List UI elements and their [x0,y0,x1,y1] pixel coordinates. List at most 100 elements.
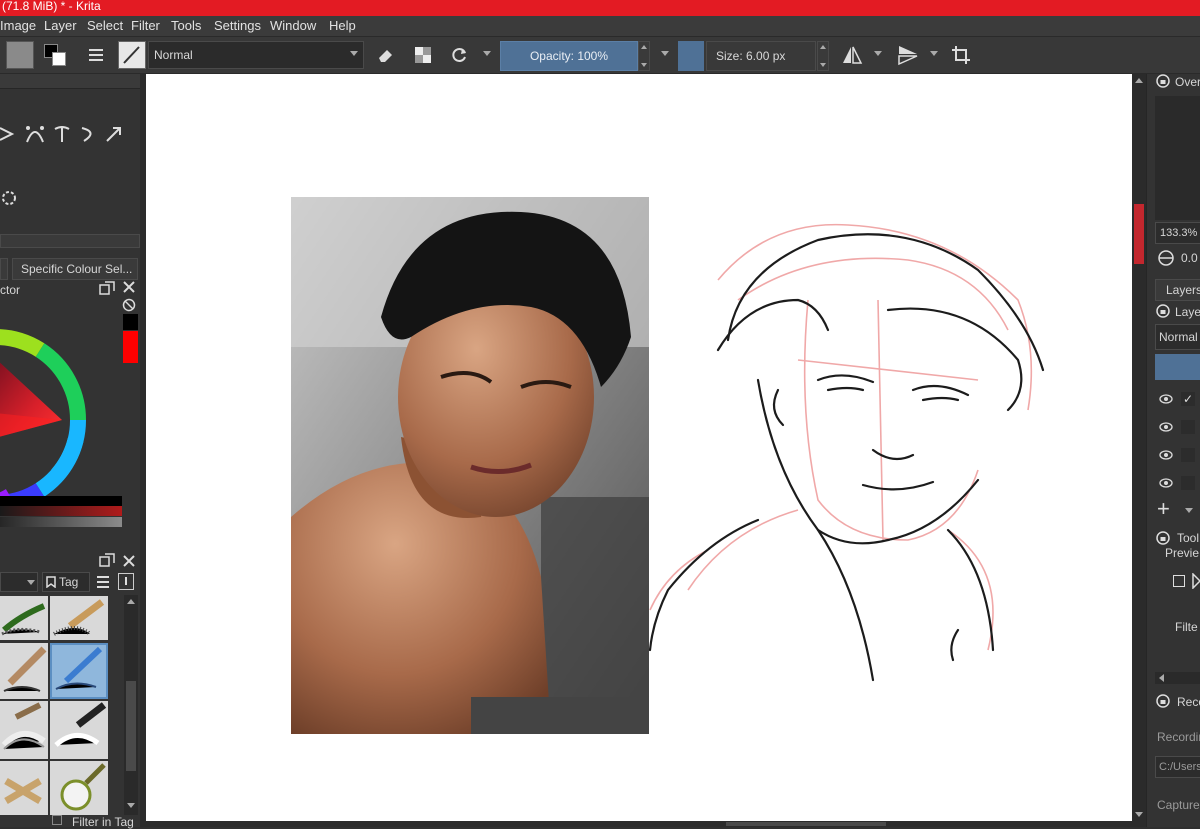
brush-preset-tile[interactable] [0,701,48,759]
filter-in-tag-checkbox[interactable] [52,815,62,825]
brush-preset-tile[interactable] [50,761,108,815]
tab-layers[interactable]: Layers [1155,279,1200,301]
face-sketch [648,210,1053,685]
brush-preset-tile[interactable] [0,761,48,815]
layer-row[interactable] [1155,444,1200,468]
colour-shade-bar[interactable] [0,506,122,516]
no-colour-icon[interactable] [122,298,136,312]
gradient-preset-button[interactable] [6,41,34,69]
list-view-icon[interactable] [95,574,111,590]
menu-select[interactable]: Select [87,18,123,33]
layer-blend-mode-select[interactable]: Normal [1155,324,1200,350]
add-layer-icon[interactable]: + [1157,498,1177,520]
eye-icon [1159,394,1173,404]
brush-preset-grid [0,595,110,815]
close-icon[interactable] [122,554,136,568]
preset-filter-select[interactable] [0,572,38,592]
brush-preset-tile[interactable] [50,596,108,640]
brush-color-swatch[interactable] [678,41,704,71]
recording-path-field[interactable]: C:/Users [1155,756,1200,778]
mirror-horizontal-icon[interactable] [840,43,864,67]
opacity-slider[interactable]: Opacity: 100% [500,41,638,71]
rotation-value: 0.0 [1181,251,1198,265]
bezier-tool-icon[interactable] [24,124,46,144]
reference-photo [291,197,649,734]
recording-path-value: C:/Users [1159,761,1200,773]
brush-preset-button[interactable] [118,41,146,69]
menu-window[interactable]: Window [270,18,316,33]
lock-icon[interactable] [1156,531,1170,545]
layers-docker-title: Laye [1175,305,1200,319]
docker-scroll-bar[interactable] [0,234,140,248]
preset-scrollbar[interactable] [124,595,138,815]
opacity-label: Opacity: 100% [529,49,609,63]
canvas-vertical-scrollbar[interactable] [1132,74,1146,827]
alpha-lock-icon[interactable] [411,43,435,67]
layer-row[interactable] [1155,472,1200,496]
blend-mode-value: Normal [154,48,193,62]
brush-preset-tile[interactable] [0,643,48,699]
menu-help[interactable]: Help [329,18,356,33]
capture-label: Capture [1157,798,1200,812]
brush-preset-tile[interactable] [50,701,108,759]
fg-bg-color-swatch[interactable] [42,42,70,70]
menu-filter[interactable]: Filter [131,18,160,33]
canvas-horizontal-scrollbar[interactable] [146,821,1132,827]
assistant-tool-icon[interactable] [0,188,20,208]
colour-grey-bar[interactable] [0,517,122,527]
tab-colour-other[interactable] [0,258,8,280]
menu-tools[interactable]: Tools [171,18,201,33]
blend-mode-select[interactable]: Normal [148,41,364,69]
size-slider[interactable]: Size: 6.00 px [706,41,816,71]
check-icon[interactable]: ✓ [1181,392,1195,406]
tab-specific-colour-label: Specific Colour Sel... [21,262,133,276]
polygon-tool-icon[interactable] [1191,572,1200,590]
overview-thumbnail[interactable] [1155,96,1200,220]
mirror-vertical-icon[interactable] [896,43,920,67]
close-icon[interactable] [122,280,136,294]
zoom-field[interactable]: 133.3% [1155,222,1200,244]
freehand-path-tool-icon[interactable] [52,124,72,144]
preset-details-icon[interactable] [118,573,134,590]
colour-wheel[interactable] [0,288,122,498]
curve-tool-icon[interactable] [78,124,98,144]
brush-preset-tile[interactable] [0,596,48,640]
reload-preset-icon[interactable] [447,43,471,67]
lock-icon[interactable] [1156,74,1170,88]
path-tool-icon[interactable] [0,124,16,144]
eraser-icon[interactable] [374,43,398,67]
dynamic-brush-tool-icon[interactable] [104,124,124,144]
menu-layer[interactable]: Layer [44,18,77,33]
menu-image[interactable]: Image [0,18,36,33]
tag-select[interactable]: Tag [42,572,90,592]
pattern-icon[interactable] [84,43,108,67]
foreground-colour-swatch[interactable] [123,314,138,330]
colour-history-bar[interactable] [0,496,122,506]
eye-icon [1159,450,1173,460]
lock-icon[interactable] [1156,694,1170,708]
tab-specific-colour-selector[interactable]: Specific Colour Sel... [12,258,138,280]
tag-label: Tag [59,575,79,589]
layer-thumbnail [1181,476,1195,490]
tool-options-scrollbar[interactable] [1155,672,1200,684]
brush-preset-tile-selected[interactable] [50,643,108,699]
chevron-down-icon [350,51,358,56]
layer-row[interactable] [1155,416,1200,440]
preview-label: Previe [1165,546,1200,560]
left-docker: Specific Colour Sel... ctor Tag Filter i… [0,74,146,829]
layer-opacity-slider[interactable] [1155,354,1200,380]
rotate-icon[interactable] [1157,249,1175,267]
float-docker-icon[interactable] [99,553,115,567]
recorder-title: Reco [1177,695,1200,709]
filter-label: Filte [1175,620,1198,634]
layer-row[interactable]: ✓ [1155,388,1200,412]
lock-icon[interactable] [1156,304,1170,318]
rectangle-tool-icon[interactable] [1173,575,1185,587]
menu-settings[interactable]: Settings [214,18,261,33]
opacity-spinner[interactable] [638,41,650,71]
layer-thumbnail [1181,420,1195,434]
size-spinner[interactable] [817,41,829,71]
crop-icon[interactable] [949,43,973,67]
layer-blend-mode-value: Normal [1159,330,1198,344]
background-colour-swatch[interactable] [123,331,138,363]
